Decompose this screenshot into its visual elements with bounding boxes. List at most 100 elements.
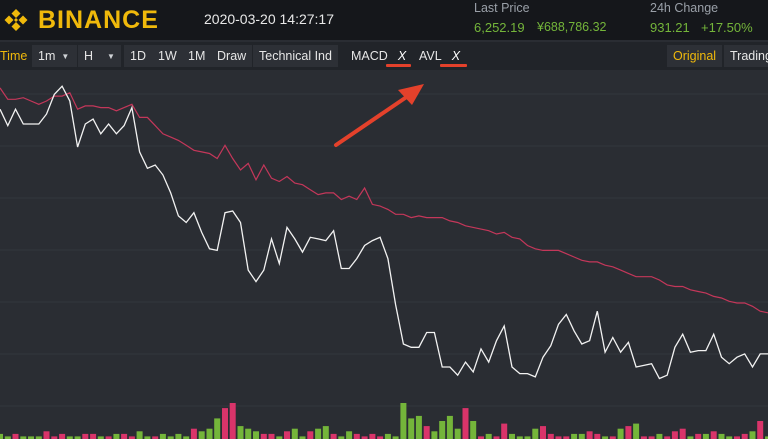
volume-bar [625, 426, 632, 439]
volume-bar [198, 431, 205, 439]
average-price-line [0, 87, 768, 314]
chevron-down-icon: ▼ [107, 51, 115, 61]
interval-select[interactable]: 1m ▼ [32, 45, 77, 67]
volume-bar [633, 423, 640, 439]
interval-value: 1m [38, 49, 56, 63]
volume-bar [253, 431, 259, 439]
logo-text: BINANCE [38, 5, 159, 34]
server-datetime: 2020-03-20 14:27:17 [204, 11, 334, 27]
volume-bar [470, 421, 477, 439]
last-price-usd: 6,252.19 [474, 20, 525, 35]
change-label: 24h Change [650, 1, 719, 15]
volume-bar [718, 433, 725, 439]
volume-bar [0, 433, 3, 439]
price-chart[interactable] [0, 70, 768, 439]
volume-bar [571, 433, 578, 439]
volume-bar [353, 433, 360, 439]
volume-bar [260, 433, 267, 439]
volume-bar [369, 433, 376, 439]
volume-bar [322, 426, 329, 439]
volume-bar [439, 421, 446, 439]
volume-bar [509, 433, 515, 439]
volume-bar [159, 433, 166, 439]
volume-bar [462, 408, 469, 439]
remove-macd-button[interactable]: X [398, 49, 406, 63]
volume-bars [0, 403, 768, 439]
volume-bar [291, 428, 298, 439]
volume-bar [741, 433, 748, 439]
volume-bar [206, 428, 213, 439]
avl-label: AVL [419, 49, 442, 63]
header-bar: BINANCE 2020-03-20 14:27:17 Last Price 6… [0, 0, 768, 40]
volume-bar [400, 403, 407, 439]
volume-bar [695, 433, 702, 439]
volume-bar [501, 423, 508, 439]
volume-bar [594, 433, 601, 439]
volume-bar [43, 431, 50, 439]
volume-bar [59, 433, 66, 439]
volume-bar [12, 433, 19, 439]
volume-bar [710, 431, 717, 439]
volume-bar [617, 428, 624, 439]
volume-bar [113, 433, 120, 439]
volume-bar [532, 428, 539, 439]
volume-bar [136, 431, 143, 439]
interval-1d-button[interactable]: 1D [124, 45, 152, 67]
volume-bar [446, 415, 453, 439]
chevron-down-icon: ▼ [61, 51, 70, 61]
volume-bar [578, 433, 585, 439]
volume-bar [121, 433, 128, 439]
volume-bar [547, 433, 554, 439]
last-price-label: Last Price [474, 1, 530, 15]
annotation-arrow [334, 84, 424, 147]
volume-bar [671, 431, 678, 439]
volume-bar [214, 418, 221, 439]
draw-button[interactable]: Draw [211, 45, 253, 67]
last-price-cny: ¥688,786.32 [537, 20, 607, 34]
volume-bar [415, 415, 422, 439]
volume-bar [315, 428, 322, 439]
volume-bar [237, 426, 244, 439]
volume-bar [229, 403, 236, 439]
volume-bar [90, 433, 97, 439]
volume-bar [330, 433, 337, 439]
volume-bar [346, 431, 353, 439]
volume-bar [586, 431, 593, 439]
volume-bar [245, 428, 252, 439]
binance-logo[interactable]: BINANCE [0, 4, 159, 36]
volume-bar [190, 428, 197, 439]
chart-style-value: H [84, 49, 94, 63]
volume-bar [175, 433, 182, 439]
volume-bar [757, 421, 764, 439]
change-absolute: 931.21 [650, 20, 690, 35]
change-percent: +17.50% [701, 20, 753, 35]
macd-label: MACD [351, 49, 388, 63]
volume-bar [702, 433, 709, 439]
volume-bar [284, 431, 290, 439]
remove-avl-button[interactable]: X [452, 49, 460, 63]
time-tab[interactable]: Time [0, 45, 33, 67]
volume-bar [656, 433, 663, 439]
tradingview-tab[interactable]: Trading [724, 45, 768, 67]
volume-bar [540, 426, 546, 439]
volume-bar [384, 433, 391, 439]
volume-bar [679, 428, 686, 439]
volume-bar [423, 426, 430, 439]
interval-1w-button[interactable]: 1W [152, 45, 183, 67]
technical-indicators-button[interactable]: Technical Ind [253, 45, 338, 67]
volume-bar [268, 433, 275, 439]
volume-bar [485, 433, 492, 439]
chart-style-select[interactable]: H ▼ [78, 45, 121, 67]
volume-bar [408, 418, 415, 439]
volume-bar [454, 428, 461, 439]
avl-remove-highlight [440, 64, 467, 67]
original-view-tab[interactable]: Original [667, 45, 723, 67]
volume-bar [431, 431, 438, 439]
binance-logo-icon [4, 9, 28, 31]
chart-grid [0, 93, 768, 407]
volume-bar [749, 431, 756, 439]
macd-remove-highlight [386, 64, 411, 67]
volume-bar [82, 433, 89, 439]
volume-bar [222, 408, 228, 439]
interval-1m-button[interactable]: 1M [182, 45, 212, 67]
